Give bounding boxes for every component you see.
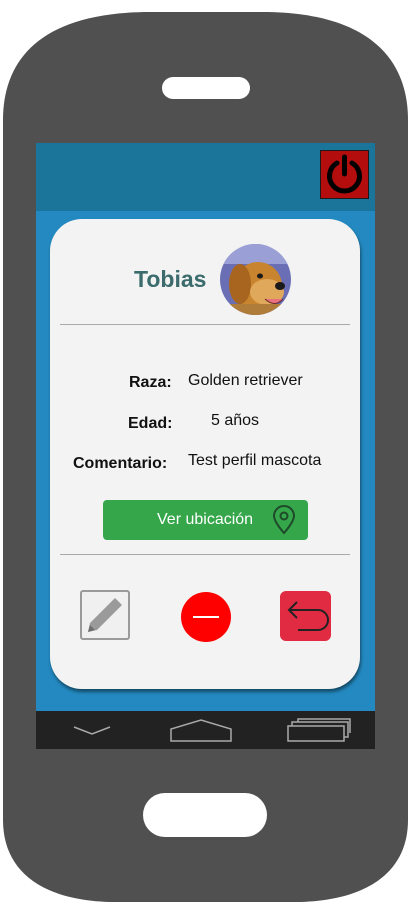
breed-label: Raza: [129, 374, 172, 391]
age-value: 5 años [211, 412, 260, 429]
divider-bottom [60, 554, 350, 555]
age-label: Edad: [128, 415, 173, 432]
home-hardware-button [143, 793, 267, 837]
dog-photo [220, 244, 291, 315]
top-bar [36, 143, 375, 211]
divider-top [60, 324, 350, 325]
breed-value: Golden retriever [188, 372, 303, 389]
map-pin-icon [272, 505, 296, 535]
speaker-slot [162, 77, 250, 99]
view-location-label: Ver ubicación [157, 511, 254, 528]
pet-name: Tobias [134, 266, 207, 292]
recents-icon[interactable] [286, 717, 352, 743]
back-button[interactable] [280, 591, 331, 641]
comment-value: Test perfil mascota [188, 452, 322, 469]
undo-arrow-icon [287, 601, 329, 631]
view-location-button[interactable]: Ver ubicación [103, 500, 308, 540]
pencil-icon [80, 590, 130, 640]
home-icon[interactable] [169, 717, 233, 743]
pet-profile-card: Tobias Raza: Golden retriever Edad: 5 añ… [50, 219, 360, 689]
android-nav-bar [36, 711, 375, 749]
delete-button[interactable] [181, 592, 231, 642]
power-button[interactable] [320, 150, 369, 199]
edit-button[interactable] [80, 590, 130, 640]
chevron-down-icon[interactable] [72, 721, 112, 739]
power-icon [327, 154, 362, 194]
minus-icon [193, 616, 219, 618]
pet-avatar [220, 244, 291, 315]
comment-label: Comentario: [73, 455, 168, 472]
phone-screen: Tobias Raza: Golden retriever Edad: 5 añ… [36, 143, 375, 749]
